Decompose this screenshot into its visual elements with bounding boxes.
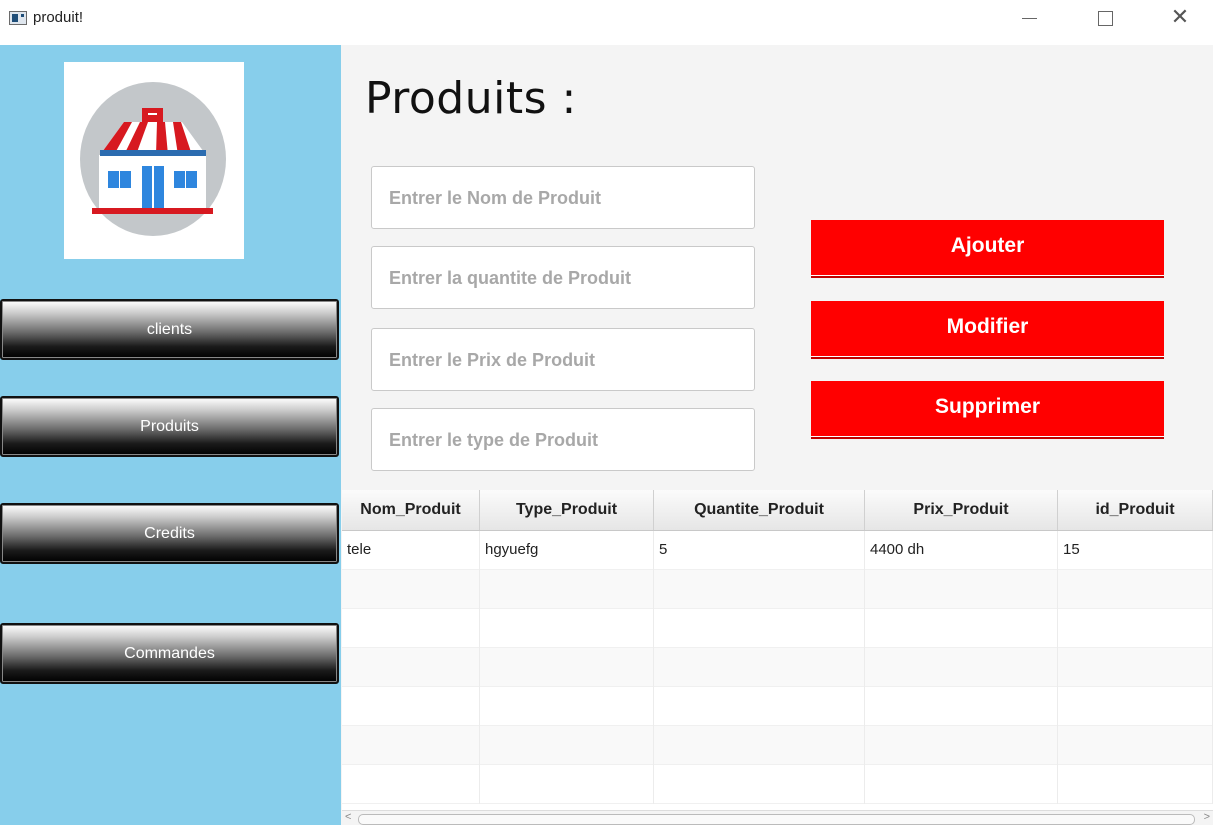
nom-produit-field[interactable] [371,166,755,230]
horizontal-scrollbar[interactable]: < > [342,810,1213,825]
table-row-empty [342,609,1213,648]
nom-produit-input[interactable] [387,167,743,230]
table-row-empty [342,765,1213,804]
window-title: produit! [33,9,84,26]
table-row-empty [342,570,1213,609]
store-icon [80,82,226,236]
page-title: Produits : [365,73,577,124]
column-header-id[interactable]: id_Produit [1058,490,1213,530]
prix-produit-field[interactable] [371,328,755,392]
commandes-button-label: Commandes [124,645,215,662]
prix-produit-input[interactable] [387,329,743,392]
app-icon [9,11,27,25]
clients-button-label: clients [146,321,193,338]
table-cell: 5 [654,531,865,570]
table-row[interactable]: tele hgyuefg 5 4400 dh 15 [342,531,1213,570]
column-header-quantite[interactable]: Quantite_Produit [654,490,865,530]
type-produit-field[interactable] [371,408,755,472]
table-cell: 15 [1058,531,1213,570]
column-header-nom[interactable]: Nom_Produit [342,490,480,530]
table-row-empty [342,648,1213,687]
produits-table[interactable]: Nom_Produit Type_Produit Quantite_Produi… [342,490,1213,825]
table-row-empty [342,726,1213,765]
ajouter-button[interactable]: Ajouter [811,220,1164,276]
scroll-right-icon[interactable]: > [1204,811,1210,823]
table-cell: hgyuefg [480,531,654,570]
credits-button-label: Credits [144,525,195,542]
scroll-thumb[interactable] [358,814,1195,825]
clients-button[interactable]: clients [0,299,339,360]
minimize-button[interactable] [1006,0,1052,36]
commandes-button[interactable]: Commandes [0,623,339,684]
quantite-produit-field[interactable] [371,246,755,310]
column-header-prix[interactable]: Prix_Produit [865,490,1058,530]
sidebar: clients Produits Credits Commandes [0,45,341,825]
type-produit-input[interactable] [387,409,743,472]
close-icon: ✕ [1170,5,1190,30]
scroll-left-icon[interactable]: < [345,811,351,823]
table-cell: 4400 dh [865,531,1058,570]
modifier-button[interactable]: Modifier [811,301,1164,357]
supprimer-button[interactable]: Supprimer [811,381,1164,437]
produits-button-label: Produits [140,418,199,435]
store-logo [64,62,244,259]
quantite-produit-input[interactable] [387,247,743,310]
table-cell: tele [342,531,480,570]
table-header: Nom_Produit Type_Produit Quantite_Produi… [342,490,1213,531]
maximize-icon [1097,11,1113,26]
minimize-icon [1021,18,1037,19]
credits-button[interactable]: Credits [0,503,339,564]
title-bar: produit! ✕ [0,0,1213,38]
close-button[interactable]: ✕ [1157,0,1203,36]
produits-button[interactable]: Produits [0,396,339,457]
table-row-empty [342,687,1213,726]
maximize-button[interactable] [1082,0,1128,36]
column-header-type[interactable]: Type_Produit [480,490,654,530]
